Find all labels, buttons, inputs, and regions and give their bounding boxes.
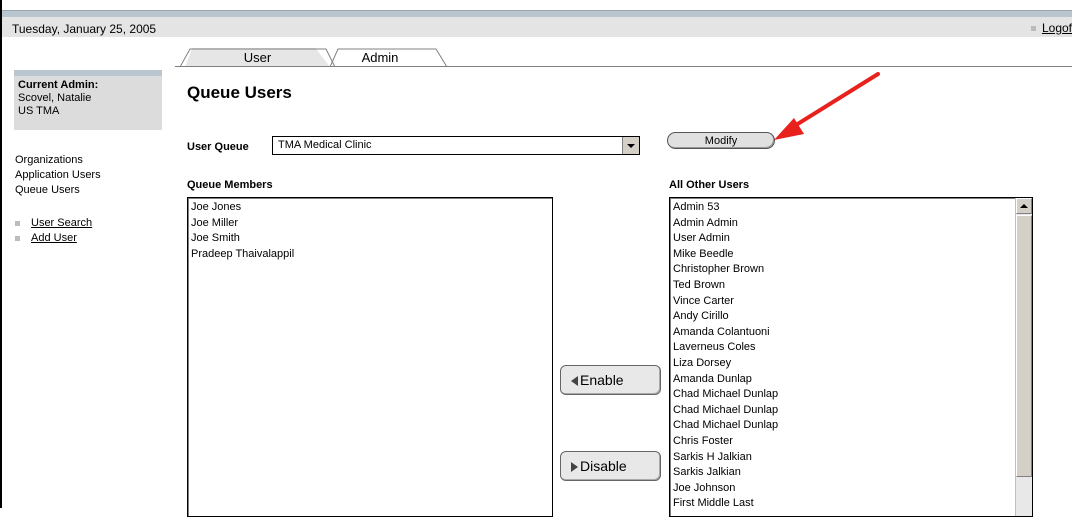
current-admin-box: Current Admin: Scovel, Natalie US TMA <box>14 70 162 130</box>
add-user-item: Add User <box>15 231 92 246</box>
sidebar-item-organizations[interactable]: Organizations <box>15 153 101 168</box>
sidebar-links: User Search Add User <box>15 216 92 246</box>
scroll-up-icon[interactable] <box>1016 198 1032 214</box>
list-item[interactable]: Amanda Dunlap <box>670 372 1032 388</box>
list-item[interactable]: Laverneus Coles <box>670 340 1032 356</box>
list-item[interactable]: User Admin <box>670 231 1032 247</box>
list-item[interactable]: Liza Dorsey <box>670 356 1032 372</box>
modify-button[interactable]: Modify <box>667 132 775 149</box>
window-frame <box>0 0 2 508</box>
tab-admin[interactable]: Admin <box>335 48 425 67</box>
list-item[interactable]: Amanda Colantuoni <box>670 325 1032 341</box>
current-admin-name: Scovel, Natalie <box>18 92 92 104</box>
list-item[interactable]: Admin Admin <box>670 216 1032 232</box>
list-item[interactable]: First Middle Last <box>670 496 1032 512</box>
list-item[interactable]: Joe Smith <box>188 231 552 247</box>
list-item[interactable]: Sarkis H Jalkian <box>670 450 1032 466</box>
header-bar: Tuesday, January 25, 2005 Logof <box>2 11 1072 37</box>
list-item[interactable]: Ted Brown <box>670 278 1032 294</box>
list-item[interactable]: Christopher Brown <box>670 262 1032 278</box>
list-item[interactable]: Joe Miller <box>188 216 552 232</box>
scrollbar[interactable] <box>1015 198 1032 516</box>
bullet-icon <box>15 221 20 226</box>
enable-button[interactable]: Enable <box>560 365 661 395</box>
list-item[interactable]: Chad Michael Dunlap <box>670 387 1032 403</box>
tab-admin-label: Admin <box>361 50 399 65</box>
sidebar-item-queue-users[interactable]: Queue Users <box>15 183 101 198</box>
user-search-link[interactable]: User Search <box>31 216 92 231</box>
logoff-link[interactable]: Logof <box>1030 21 1072 35</box>
all-other-users-list[interactable]: Admin 53 Admin Admin User Admin Mike Bee… <box>669 197 1033 517</box>
list-item[interactable]: Chris Foster <box>670 434 1032 450</box>
header-date: Tuesday, January 25, 2005 <box>12 22 157 36</box>
current-admin-org: US TMA <box>18 105 60 117</box>
list-item[interactable]: Sarkis Jalkian <box>670 465 1032 481</box>
list-item[interactable]: Mike Beedle <box>670 247 1032 263</box>
add-user-link[interactable]: Add User <box>31 231 77 246</box>
list-item[interactable]: Chad Michael Dunlap <box>670 418 1032 434</box>
user-queue-select[interactable]: TMA Medical Clinic <box>272 136 640 155</box>
top-strip <box>2 0 1072 11</box>
user-search-item: User Search <box>15 216 92 231</box>
arrow-right-icon <box>571 462 578 473</box>
chevron-down-icon[interactable] <box>622 137 639 154</box>
tabs-divider <box>175 66 1072 67</box>
sidebar-item-application-users[interactable]: Application Users <box>15 168 101 183</box>
enable-label: Enable <box>580 372 624 388</box>
user-queue-label: User Queue <box>187 141 249 153</box>
queue-members-label: Queue Members <box>187 179 273 191</box>
list-item[interactable]: Admin 53 <box>670 200 1032 216</box>
page-title: Queue Users <box>187 83 292 102</box>
annotation-arrow-icon <box>774 72 880 140</box>
arrow-left-icon <box>571 376 578 387</box>
list-item[interactable]: Vince Carter <box>670 294 1032 310</box>
disable-label: Disable <box>580 458 627 474</box>
scrollbar-thumb[interactable] <box>1016 215 1032 477</box>
list-item[interactable]: Pradeep Thaivalappil <box>188 247 552 263</box>
sidebar-nav: Organizations Application Users Queue Us… <box>15 153 101 198</box>
queue-members-list[interactable]: Joe Jones Joe Miller Joe Smith Pradeep T… <box>187 197 553 517</box>
bullet-icon <box>15 236 20 241</box>
bullet-icon <box>1030 26 1036 32</box>
current-admin-label: Current Admin: <box>18 79 99 91</box>
user-queue-value: TMA Medical Clinic <box>278 139 372 151</box>
list-item[interactable]: Joe Johnson <box>670 481 1032 497</box>
disable-button[interactable]: Disable <box>560 451 661 481</box>
list-item[interactable]: Chad Michael Dunlap <box>670 403 1032 419</box>
list-item[interactable]: Andy Cirillo <box>670 309 1032 325</box>
logoff-label: Logof <box>1041 21 1072 35</box>
list-item[interactable]: Joe Jones <box>188 200 552 216</box>
all-other-users-label: All Other Users <box>669 179 750 191</box>
